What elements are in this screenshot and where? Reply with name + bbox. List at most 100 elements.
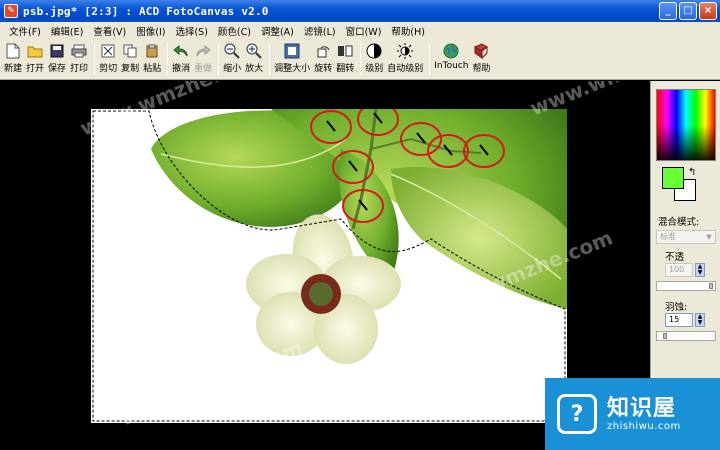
minimize-button[interactable]: _ xyxy=(659,2,677,20)
brand-name: 知识屋 xyxy=(607,395,677,421)
help-book-icon xyxy=(473,43,489,59)
feather-slider-thumb[interactable] xyxy=(663,333,667,339)
zoom-in-button[interactable]: 放大 xyxy=(245,43,263,74)
help-label: 帮助 xyxy=(472,64,491,74)
toolbar-separator xyxy=(429,43,431,75)
paste-label: 粘贴 xyxy=(143,64,162,74)
toolbar-separator xyxy=(167,43,169,75)
print-label: 打印 xyxy=(70,64,89,74)
new-label: 新建 xyxy=(4,64,23,74)
redo-label: 重做 xyxy=(194,64,213,74)
feather-spinner[interactable]: ▲ ▼ xyxy=(695,313,705,327)
brand-watermark: ? 知识屋 zhishiwu.com xyxy=(545,378,720,450)
undo-arrow-icon xyxy=(173,43,189,59)
blend-mode-value: 标准 xyxy=(660,232,676,241)
rotate-label: 旋转 xyxy=(314,64,333,74)
opacity-slider-thumb[interactable] xyxy=(709,283,713,289)
feather-slider[interactable] xyxy=(656,331,716,341)
flip-icon xyxy=(337,43,353,59)
opacity-input[interactable]: 100 xyxy=(665,263,693,277)
paste-clipboard-icon xyxy=(144,43,160,59)
scissors-icon xyxy=(100,43,116,59)
globe-icon xyxy=(443,43,459,59)
auto-levels-sun-icon xyxy=(397,43,414,59)
menu-filter[interactable]: 滤镜(L) xyxy=(299,24,341,38)
new-button[interactable]: 新建 xyxy=(4,43,22,74)
help-button[interactable]: 帮助 xyxy=(472,43,490,74)
save-label: 保存 xyxy=(48,64,67,74)
print-button[interactable]: 打印 xyxy=(70,43,88,74)
redo-arrow-icon xyxy=(195,43,211,59)
image-canvas[interactable] xyxy=(91,109,567,423)
intouch-button[interactable]: InTouch xyxy=(434,43,468,71)
feather-label: 羽蚀: xyxy=(665,302,688,313)
cut-button[interactable]: 剪切 xyxy=(99,43,117,74)
window-controls: _ □ × xyxy=(659,2,717,20)
question-icon: ? xyxy=(557,394,597,434)
foreground-color-swatch[interactable] xyxy=(662,167,684,189)
flip-label: 翻转 xyxy=(336,64,355,74)
opacity-spinner[interactable]: ▲ ▼ xyxy=(695,263,705,277)
open-folder-icon xyxy=(27,43,43,59)
color-palette[interactable] xyxy=(656,89,716,161)
leaf-flower-photo xyxy=(92,109,567,422)
menu-color[interactable]: 颜色(C) xyxy=(213,24,256,38)
close-button[interactable]: × xyxy=(699,2,717,20)
redo-button[interactable]: 重做 xyxy=(194,43,212,74)
printer-icon xyxy=(71,43,87,59)
menu-bar: 文件(F) 编辑(E) 查看(V) 图像(I) 选择(S) 颜色(C) 调整(A… xyxy=(0,22,720,40)
levels-label: 级别 xyxy=(365,64,384,74)
resize-button[interactable]: 调整大小 xyxy=(274,43,310,74)
cut-label: 剪切 xyxy=(99,64,118,74)
flip-button[interactable]: 翻转 xyxy=(336,43,354,74)
maximize-button[interactable]: □ xyxy=(679,2,697,20)
toolbar-separator xyxy=(360,43,362,75)
paste-button[interactable]: 粘贴 xyxy=(143,43,161,74)
menu-file[interactable]: 文件(F) xyxy=(4,24,46,38)
brand-url: zhishiwu.com xyxy=(607,420,681,432)
save-button[interactable]: 保存 xyxy=(48,43,66,74)
toolbar-separator xyxy=(94,43,96,75)
opacity-slider[interactable] xyxy=(656,281,716,291)
menu-select[interactable]: 选择(S) xyxy=(170,24,212,38)
app-icon: ✎ xyxy=(4,4,18,18)
zoom-out-label: 缩小 xyxy=(223,64,242,74)
swap-colors-icon[interactable]: ↰ xyxy=(688,167,696,178)
opacity-label: 不透 xyxy=(665,252,685,263)
open-label: 打开 xyxy=(26,64,45,74)
resize-icon xyxy=(284,43,300,59)
menu-adjust[interactable]: 调整(A) xyxy=(256,24,299,38)
undo-button[interactable]: 撤消 xyxy=(172,43,190,74)
open-button[interactable]: 打开 xyxy=(26,43,44,74)
toolbar-separator xyxy=(218,43,220,75)
menu-view[interactable]: 查看(V) xyxy=(88,24,131,38)
auto-levels-label: 自动级别 xyxy=(387,64,424,74)
blend-mode-select[interactable]: 标准 ▼ xyxy=(656,230,716,244)
levels-icon xyxy=(366,43,382,59)
copy-icon xyxy=(122,43,138,59)
undo-label: 撤消 xyxy=(172,64,191,74)
copy-label: 复制 xyxy=(121,64,140,74)
menu-edit[interactable]: 编辑(E) xyxy=(46,24,88,38)
auto-levels-button[interactable]: 自动级别 xyxy=(387,43,423,74)
menu-image[interactable]: 图像(I) xyxy=(131,24,170,38)
levels-button[interactable]: 级别 xyxy=(365,43,383,74)
zoom-out-button[interactable]: 缩小 xyxy=(223,43,241,74)
save-disk-icon xyxy=(49,43,65,59)
menu-help[interactable]: 帮助(H) xyxy=(386,24,430,38)
window-title: psb.jpg* [2:3] : ACD FotoCanvas v2.0 xyxy=(23,4,269,18)
rotate-button[interactable]: 旋转 xyxy=(314,43,332,74)
title-bar: ✎ psb.jpg* [2:3] : ACD FotoCanvas v2.0 _… xyxy=(0,0,720,22)
zoom-in-icon xyxy=(246,43,262,59)
chevron-down-icon: ▼ xyxy=(706,233,712,241)
menu-window[interactable]: 窗口(W) xyxy=(341,24,387,38)
intouch-label: InTouch xyxy=(434,61,469,71)
feather-input[interactable]: 15 xyxy=(665,313,693,327)
new-file-icon xyxy=(5,43,21,59)
toolbar-separator xyxy=(269,43,271,75)
blend-mode-label: 混合模式: xyxy=(658,217,700,228)
zoom-in-label: 放大 xyxy=(245,64,264,74)
copy-button[interactable]: 复制 xyxy=(121,43,139,74)
rotate-icon xyxy=(315,43,331,59)
zoom-out-icon xyxy=(224,43,240,59)
